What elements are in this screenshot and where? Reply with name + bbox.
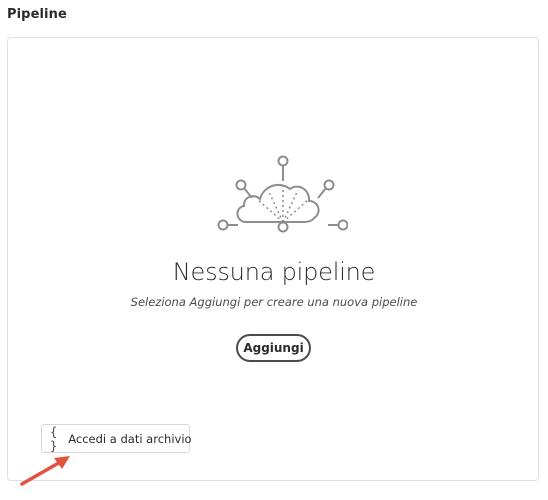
annotation-arrow-icon — [20, 456, 70, 486]
add-pipeline-button[interactable]: Aggiungi — [236, 334, 311, 362]
pipeline-page: Pipeline Nessuna pipeline Seleziona Aggi… — [0, 0, 548, 500]
section-title: Pipeline — [7, 7, 67, 22]
braces-icon: { } — [50, 424, 59, 453]
pipeline-card: Nessuna pipeline Seleziona Aggiungi per … — [7, 37, 539, 481]
cloud-network-icon — [217, 155, 348, 233]
empty-state-description: Seleziona Aggiungi per creare una nuova … — [130, 295, 418, 309]
archive-data-label: Accedi a dati archivio — [68, 431, 192, 446]
archive-data-button[interactable]: { } Accedi a dati archivio — [41, 424, 192, 453]
empty-state-title: Nessuna pipeline — [172, 258, 376, 286]
